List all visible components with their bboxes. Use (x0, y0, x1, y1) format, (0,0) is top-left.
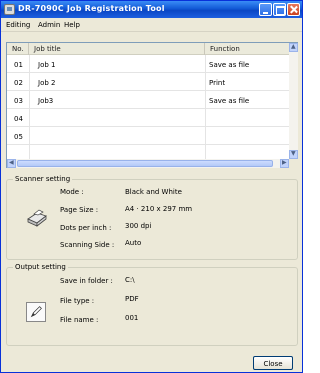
main-window: DR-7090C Job Registration Tool Editing A… (0, 0, 303, 373)
scrollbar-corner (289, 159, 298, 168)
menu-bar: Editing Admin Help (1, 18, 302, 32)
row-no: 03 (14, 97, 23, 105)
dpi-label: Dots per inch : (60, 224, 112, 232)
horizontal-scrollbar[interactable]: ◀ ▶ (7, 159, 289, 168)
title-bar[interactable]: DR-7090C Job Registration Tool (1, 1, 302, 18)
row-no: 02 (14, 79, 23, 87)
table-row[interactable]: 01 Job 1 Save as file (7, 55, 289, 73)
list-header: No. Job title Function (7, 43, 289, 55)
chevron-up-icon: ▲ (291, 43, 296, 50)
save-folder-value: C:\ (125, 276, 135, 284)
column-divider (205, 55, 206, 161)
column-header-no[interactable]: No. (7, 43, 29, 55)
scanner-icon (27, 209, 47, 227)
scroll-down-button[interactable]: ▼ (289, 150, 298, 159)
file-name-value: 001 (125, 314, 139, 322)
row-no: 05 (14, 133, 23, 141)
row-function: Save as file (209, 97, 250, 105)
page-size-value: A4 · 210 x 297 mm (125, 205, 193, 213)
scanner-setting-title: Scanner setting (13, 175, 73, 183)
scanning-side-value: Auto (125, 239, 142, 247)
vertical-scrollbar[interactable]: ▲ ▼ (289, 43, 298, 159)
window-title: DR-7090C Job Registration Tool (18, 4, 165, 13)
table-row[interactable]: 02 Job 2 Print (7, 73, 289, 91)
minimize-button[interactable] (259, 3, 272, 16)
mode-value: Black and White (125, 188, 182, 196)
menu-help[interactable]: Help (64, 21, 80, 29)
output-setting-title: Output setting (13, 263, 68, 271)
column-divider (29, 55, 30, 161)
save-folder-label: Save in folder : (60, 277, 113, 285)
pen-icon (26, 302, 46, 322)
row-function: Print (209, 79, 226, 87)
scroll-up-button[interactable]: ▲ (289, 43, 298, 52)
chevron-left-icon: ◀ (9, 159, 14, 166)
maximize-button[interactable] (273, 3, 286, 16)
file-type-value: PDF (125, 295, 139, 303)
menu-editing[interactable]: Editing (6, 21, 30, 29)
scroll-left-button[interactable]: ◀ (7, 159, 16, 168)
file-type-label: File type : (60, 297, 95, 305)
app-icon (4, 4, 15, 15)
mode-label: Mode : (60, 188, 84, 196)
horizontal-scroll-thumb[interactable] (17, 160, 273, 167)
column-header-function[interactable]: Function (205, 43, 289, 55)
row-function: Save as file (209, 61, 250, 69)
table-row[interactable]: 05 (7, 127, 289, 145)
close-window-button[interactable] (287, 3, 300, 16)
close-button[interactable]: Close (253, 356, 293, 370)
row-title: Job 2 (38, 79, 56, 87)
scanning-side-label: Scanning Side : (60, 241, 115, 249)
page-size-label: Page Size : (60, 206, 99, 214)
chevron-right-icon: ▶ (282, 159, 287, 166)
file-name-label: File name : (60, 316, 99, 324)
dpi-value: 300 dpi (125, 222, 152, 230)
column-header-title[interactable]: Job title (29, 43, 205, 55)
job-list[interactable]: No. Job title Function 01 Job 1 Save as … (6, 42, 298, 168)
row-no: 04 (14, 115, 23, 123)
row-title: Job3 (38, 97, 54, 105)
table-row[interactable]: 03 Job3 Save as file (7, 91, 289, 109)
row-no: 01 (14, 61, 23, 69)
scanner-setting-group: Scanner setting Mode : Black and White P… (6, 175, 298, 260)
row-title: Job 1 (38, 61, 56, 69)
scroll-right-button[interactable]: ▶ (280, 159, 289, 168)
chevron-down-icon: ▼ (291, 150, 296, 157)
output-setting-group: Output setting Save in folder : C:\ File… (6, 263, 298, 346)
table-row[interactable]: 04 (7, 109, 289, 127)
menu-admin[interactable]: Admin (38, 21, 60, 29)
